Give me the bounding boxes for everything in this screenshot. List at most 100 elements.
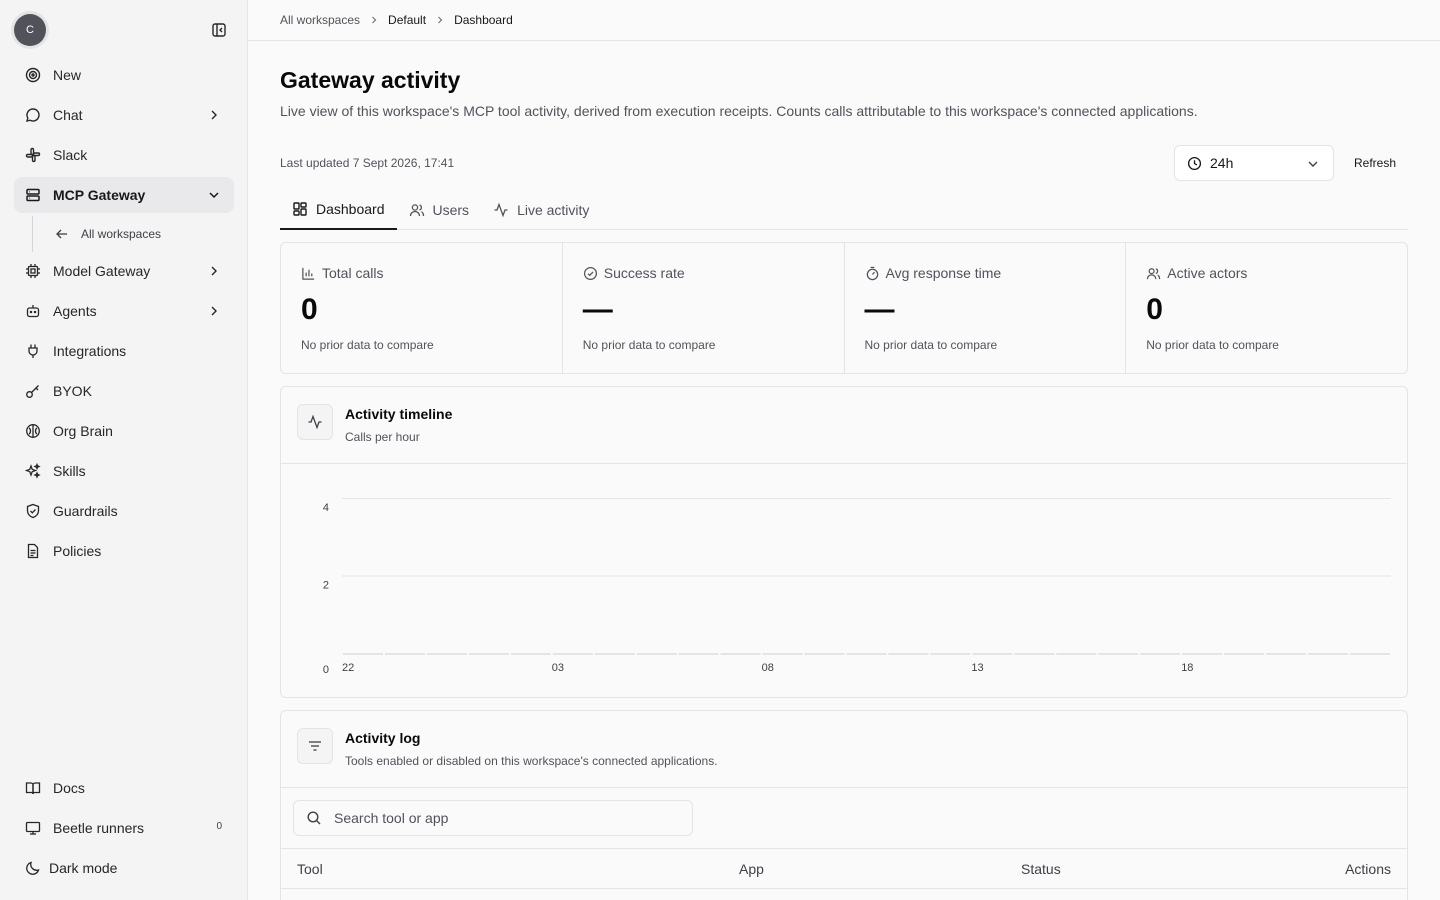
breadcrumb-link-all-workspaces[interactable]: All workspaces [280, 13, 360, 27]
column-header-status[interactable]: Status [1021, 861, 1061, 877]
y-tick-label: 0 [323, 664, 329, 676]
sidebar-item-label: Skills [53, 463, 86, 479]
sidebar-item-policies[interactable]: Policies [14, 533, 234, 569]
sidebar-subitem-all-workspaces[interactable]: All workspaces [32, 216, 232, 252]
tab-live-activity[interactable]: Live activity [481, 190, 601, 230]
bar [510, 653, 551, 655]
bar [720, 653, 761, 655]
bar [972, 653, 1013, 655]
count-badge: 0 [216, 821, 222, 832]
bar-chart-icon [302, 267, 315, 280]
tab-bar: Dashboard Users Live activity [280, 190, 1408, 230]
sidebar-item-skills[interactable]: Skills [14, 453, 234, 489]
users-icon [1147, 267, 1161, 279]
page-title: Gateway activity [280, 67, 461, 93]
stat-note: No prior data to compare [1146, 338, 1279, 352]
clock-icon [1187, 156, 1202, 170]
y-tick-label: 4 [323, 502, 329, 514]
bar [426, 653, 467, 655]
sidebar-item-org-brain[interactable]: Org Brain [14, 413, 234, 449]
sidebar-item-integrations[interactable]: Integrations [14, 333, 234, 369]
sidebar-item-label: MCP Gateway [53, 187, 146, 203]
tab-dashboard[interactable]: Dashboard [280, 190, 397, 230]
refresh-button[interactable]: Refresh [1342, 145, 1408, 181]
check-circle-icon [583, 266, 597, 280]
x-tick-label: 22 [342, 662, 354, 674]
sidebar-item-label: Docs [53, 780, 85, 796]
sidebar-item-chat[interactable]: Chat [14, 97, 234, 133]
key-icon [24, 382, 42, 400]
stat-note: No prior data to compare [301, 338, 434, 352]
bar [1014, 653, 1055, 655]
chevron-down-icon[interactable] [206, 187, 222, 203]
sidebar-item-model-gateway[interactable]: Model Gateway [14, 253, 234, 289]
timer-icon [866, 266, 878, 280]
dashboard-icon [293, 202, 307, 216]
search-input[interactable] [334, 810, 674, 826]
plug-icon [24, 342, 42, 360]
chevron-right-icon[interactable] [206, 303, 222, 319]
monitor-icon [24, 819, 42, 837]
chevron-right-icon[interactable] [206, 107, 222, 123]
bar [1308, 653, 1349, 655]
moon-icon [24, 859, 42, 877]
users-icon [409, 204, 424, 217]
sidebar-item-label: Integrations [53, 343, 127, 359]
sidebar-item-label: Model Gateway [53, 263, 151, 279]
x-tick-label: 13 [971, 662, 983, 674]
bar [762, 653, 803, 655]
bar [888, 653, 929, 655]
bar [384, 653, 425, 655]
sidebar-item-docs[interactable]: Docs [14, 770, 234, 806]
sidebar-item-label: Guardrails [53, 503, 118, 519]
brain-icon [24, 422, 42, 440]
column-header-tool[interactable]: Tool [297, 861, 323, 877]
stat-active-actors: Active actors 0 No prior data to compare [1126, 243, 1407, 373]
column-header-app[interactable]: App [739, 861, 764, 877]
bar [1350, 653, 1390, 655]
x-tick-label: 18 [1181, 662, 1193, 674]
sidebar-item-guardrails[interactable]: Guardrails [14, 493, 234, 529]
sparkles-icon [24, 462, 42, 480]
stat-total-calls: Total calls 0 No prior data to compare [281, 243, 563, 373]
sidebar-item-label: Slack [53, 147, 88, 163]
breadcrumb-link-default[interactable]: Default [388, 13, 426, 27]
server-icon [24, 186, 42, 204]
stat-value: — [864, 293, 895, 326]
document-icon [24, 542, 42, 560]
search-box[interactable] [293, 800, 693, 836]
avatar[interactable]: C [14, 14, 46, 46]
activity-log-card: Activity log Tools enabled or disabled o… [280, 710, 1408, 900]
stat-label: Avg response time [885, 265, 1002, 281]
table-header: Tool App Status Actions [281, 848, 1407, 889]
arrow-left-icon [56, 229, 67, 239]
sidebar-item-new[interactable]: New [14, 57, 234, 93]
card-subtitle: Tools enabled or disabled on this worksp… [345, 754, 718, 768]
card-title: Activity log [345, 730, 421, 746]
sidebar: C New Chat Slack MCP Gateway All workspa… [0, 0, 248, 900]
sidebar-collapse-icon[interactable] [208, 20, 230, 40]
bot-icon [24, 302, 42, 320]
chevron-right-icon [372, 16, 377, 24]
stat-value: 0 [1146, 293, 1163, 326]
sidebar-item-slack[interactable]: Slack [14, 137, 234, 173]
chevron-right-icon[interactable] [206, 263, 222, 279]
tab-label: Users [432, 202, 470, 218]
bar [1224, 653, 1265, 655]
sidebar-item-mcp-gateway[interactable]: MCP Gateway [14, 177, 234, 213]
bar [468, 653, 509, 655]
stat-value: 0 [301, 293, 318, 326]
sidebar-item-byok[interactable]: BYOK [14, 373, 234, 409]
cpu-icon [24, 262, 42, 280]
bar [594, 653, 635, 655]
dark-mode-toggle[interactable]: Dark mode [14, 850, 234, 886]
sidebar-item-beetle-runners[interactable]: Beetle runners 0 [14, 810, 234, 846]
breadcrumb-current-dashboard: Dashboard [454, 13, 513, 27]
time-range-select[interactable]: 24h [1174, 145, 1334, 181]
stats-panel: Total calls 0 No prior data to compare S… [280, 242, 1408, 374]
bar [343, 653, 383, 655]
tab-users[interactable]: Users [397, 190, 482, 230]
bar [1098, 653, 1139, 655]
sidebar-item-agents[interactable]: Agents [14, 293, 234, 329]
bar [1140, 653, 1181, 655]
